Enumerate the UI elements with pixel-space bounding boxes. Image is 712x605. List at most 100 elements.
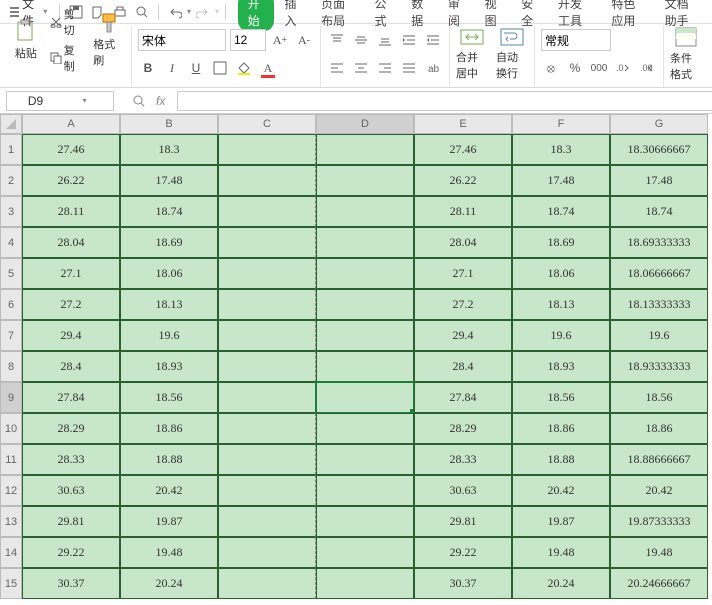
cell[interactable]: 20.42 — [512, 475, 610, 506]
row-header[interactable]: 3 — [0, 196, 22, 227]
cell[interactable]: 28.4 — [22, 351, 120, 382]
cell[interactable]: 18.30666667 — [610, 134, 708, 165]
cell[interactable] — [218, 165, 316, 196]
undo-dropdown[interactable]: ▾ — [187, 7, 191, 16]
cell[interactable]: 18.74 — [610, 196, 708, 227]
cell[interactable]: 18.06 — [512, 258, 610, 289]
increase-decimal-button[interactable]: .0 — [613, 58, 633, 78]
cell[interactable]: 28.04 — [22, 227, 120, 258]
cell[interactable]: 29.4 — [22, 320, 120, 351]
cell[interactable]: 18.3 — [120, 134, 218, 165]
cell[interactable]: 30.37 — [414, 568, 512, 599]
cell[interactable]: 27.84 — [414, 382, 512, 413]
row-header[interactable]: 1 — [0, 134, 22, 165]
cell[interactable] — [218, 444, 316, 475]
cell[interactable]: 18.93 — [120, 351, 218, 382]
select-all-corner[interactable] — [0, 114, 22, 134]
cell[interactable]: 20.24666667 — [610, 568, 708, 599]
redo-icon[interactable] — [196, 4, 210, 20]
cell[interactable]: 18.69333333 — [610, 227, 708, 258]
cell[interactable] — [316, 134, 414, 165]
row-header[interactable]: 2 — [0, 165, 22, 196]
cell[interactable]: 18.74 — [120, 196, 218, 227]
cell[interactable]: 27.2 — [414, 289, 512, 320]
cell[interactable]: 29.81 — [414, 506, 512, 537]
align-top-button[interactable] — [327, 30, 347, 50]
cell[interactable]: 19.48 — [512, 537, 610, 568]
cell[interactable]: 30.63 — [414, 475, 512, 506]
cell[interactable] — [316, 196, 414, 227]
column-header[interactable]: G — [610, 114, 708, 134]
cell[interactable] — [218, 320, 316, 351]
row-header[interactable]: 5 — [0, 258, 22, 289]
row-header[interactable]: 13 — [0, 506, 22, 537]
border-button[interactable] — [210, 58, 230, 78]
row-header[interactable]: 10 — [0, 413, 22, 444]
cell[interactable]: 19.48 — [120, 537, 218, 568]
justify-button[interactable] — [399, 58, 419, 78]
cell[interactable]: 18.86 — [120, 413, 218, 444]
cell[interactable]: 18.13 — [512, 289, 610, 320]
fx-label[interactable]: fx — [156, 94, 165, 108]
comma-style-button[interactable]: 000 — [589, 58, 609, 78]
column-header[interactable]: F — [512, 114, 610, 134]
cell[interactable]: 27.46 — [22, 134, 120, 165]
align-center-button[interactable] — [351, 58, 371, 78]
cell[interactable] — [316, 382, 414, 413]
align-middle-button[interactable] — [351, 30, 371, 50]
row-header[interactable]: 14 — [0, 537, 22, 568]
cell[interactable] — [316, 165, 414, 196]
cell[interactable]: 17.48 — [512, 165, 610, 196]
cell[interactable]: 18.93333333 — [610, 351, 708, 382]
number-format-select[interactable] — [541, 29, 611, 51]
cell[interactable]: 18.56 — [512, 382, 610, 413]
cell[interactable] — [218, 506, 316, 537]
cell[interactable]: 18.88666667 — [610, 444, 708, 475]
cell[interactable] — [218, 568, 316, 599]
cell[interactable]: 19.6 — [610, 320, 708, 351]
cell[interactable]: 18.56 — [610, 382, 708, 413]
conditional-format-button[interactable]: 条件格式 — [670, 26, 702, 82]
cell[interactable]: 27.46 — [414, 134, 512, 165]
column-header[interactable]: E — [414, 114, 512, 134]
underline-button[interactable]: U — [186, 58, 206, 78]
cell[interactable]: 27.1 — [22, 258, 120, 289]
paste-button[interactable]: 粘贴 — [10, 19, 42, 61]
align-right-button[interactable] — [375, 58, 395, 78]
cell[interactable] — [218, 196, 316, 227]
cell[interactable]: 20.42 — [120, 475, 218, 506]
cell[interactable]: 20.42 — [610, 475, 708, 506]
cell[interactable] — [316, 506, 414, 537]
percent-button[interactable]: % — [565, 58, 585, 78]
cell[interactable] — [316, 351, 414, 382]
copy-button[interactable]: 复制 — [46, 41, 90, 75]
cell[interactable]: 18.06 — [120, 258, 218, 289]
cell[interactable]: 19.87333333 — [610, 506, 708, 537]
cell[interactable]: 18.88 — [512, 444, 610, 475]
zoom-icon[interactable] — [132, 94, 146, 108]
cell[interactable]: 18.13 — [120, 289, 218, 320]
row-header[interactable]: 4 — [0, 227, 22, 258]
cell[interactable]: 28.04 — [414, 227, 512, 258]
cell[interactable] — [218, 382, 316, 413]
row-header[interactable]: 9 — [0, 382, 22, 413]
formula-input[interactable] — [177, 91, 712, 111]
row-header[interactable]: 15 — [0, 568, 22, 599]
cell[interactable]: 28.4 — [414, 351, 512, 382]
cell[interactable]: 19.87 — [120, 506, 218, 537]
cell[interactable]: 17.48 — [120, 165, 218, 196]
name-box[interactable]: D9 ▾ — [6, 91, 114, 111]
cell[interactable] — [316, 413, 414, 444]
cell[interactable]: 29.81 — [22, 506, 120, 537]
cell[interactable]: 18.13333333 — [610, 289, 708, 320]
cell[interactable]: 18.74 — [512, 196, 610, 227]
cell[interactable]: 20.24 — [120, 568, 218, 599]
cell[interactable]: 18.56 — [120, 382, 218, 413]
grow-font-button[interactable]: A+ — [270, 30, 290, 50]
column-header[interactable]: C — [218, 114, 316, 134]
cell[interactable]: 28.11 — [22, 196, 120, 227]
cell[interactable] — [218, 258, 316, 289]
fill-color-button[interactable] — [234, 58, 254, 78]
cell[interactable]: 18.06666667 — [610, 258, 708, 289]
cell[interactable]: 29.4 — [414, 320, 512, 351]
